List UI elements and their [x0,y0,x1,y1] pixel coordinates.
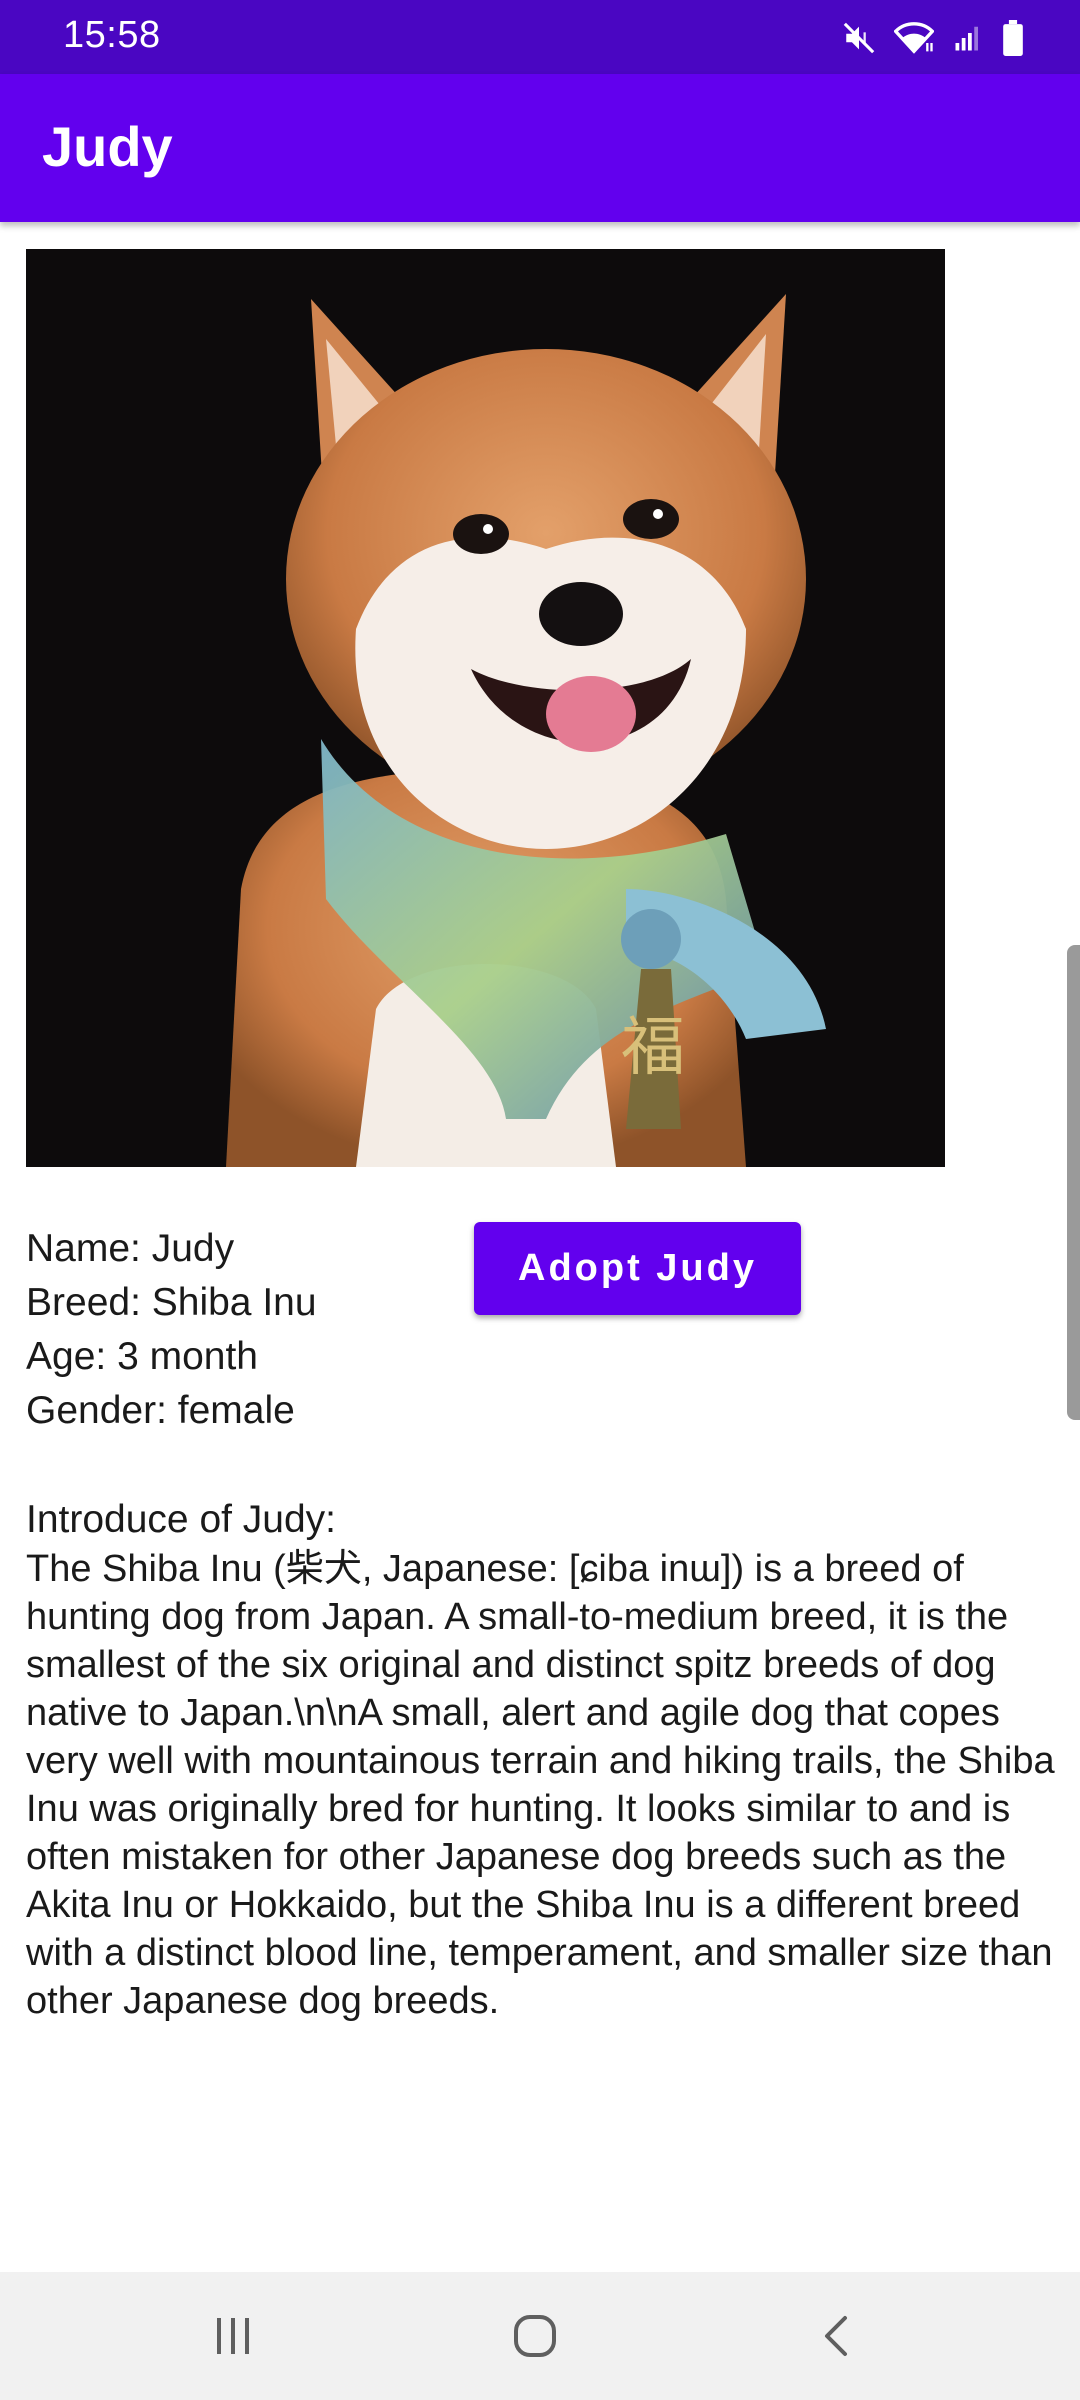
pet-age: Age: 3 month [26,1335,258,1378]
screen: 15:58 Judy 福 Name: Judy Breed: Shiba Inu… [0,0,1080,2400]
mute-icon [843,22,875,54]
recents-icon [217,2318,249,2354]
shiba-inu-photo: 福 [26,249,945,1167]
intro-text: The Shiba Inu (柴犬, Japanese: [ɕiba inɯ])… [26,1548,1055,2022]
app-bar: Judy [0,74,1080,222]
battery-icon [1003,20,1023,56]
svg-text:福: 福 [621,1011,685,1085]
back-button[interactable] [757,2272,917,2400]
status-icons [842,18,1024,58]
pet-info: Name: Judy Breed: Shiba Inu Age: 3 month… [26,1222,317,1438]
intro-heading: Introduce of Judy: [26,1498,337,1541]
status-time: 15:58 [63,14,161,56]
scrollbar[interactable] [1067,945,1080,1420]
dog-photo: 福 [26,249,945,1167]
home-button[interactable] [455,2272,615,2400]
adopt-button[interactable]: Adopt Judy [474,1222,801,1315]
recents-button[interactable] [153,2272,313,2400]
pet-gender: Gender: female [26,1389,295,1432]
signal-icon [955,26,978,51]
status-bar: 15:58 [0,0,1080,74]
pet-name: Name: Judy [26,1227,235,1270]
wifi-icon [894,22,934,54]
nav-bar [0,2272,1080,2400]
home-icon [514,2315,556,2357]
page-title: Judy [42,115,173,178]
pet-breed: Breed: Shiba Inu [26,1281,317,1324]
back-icon [825,2316,847,2356]
